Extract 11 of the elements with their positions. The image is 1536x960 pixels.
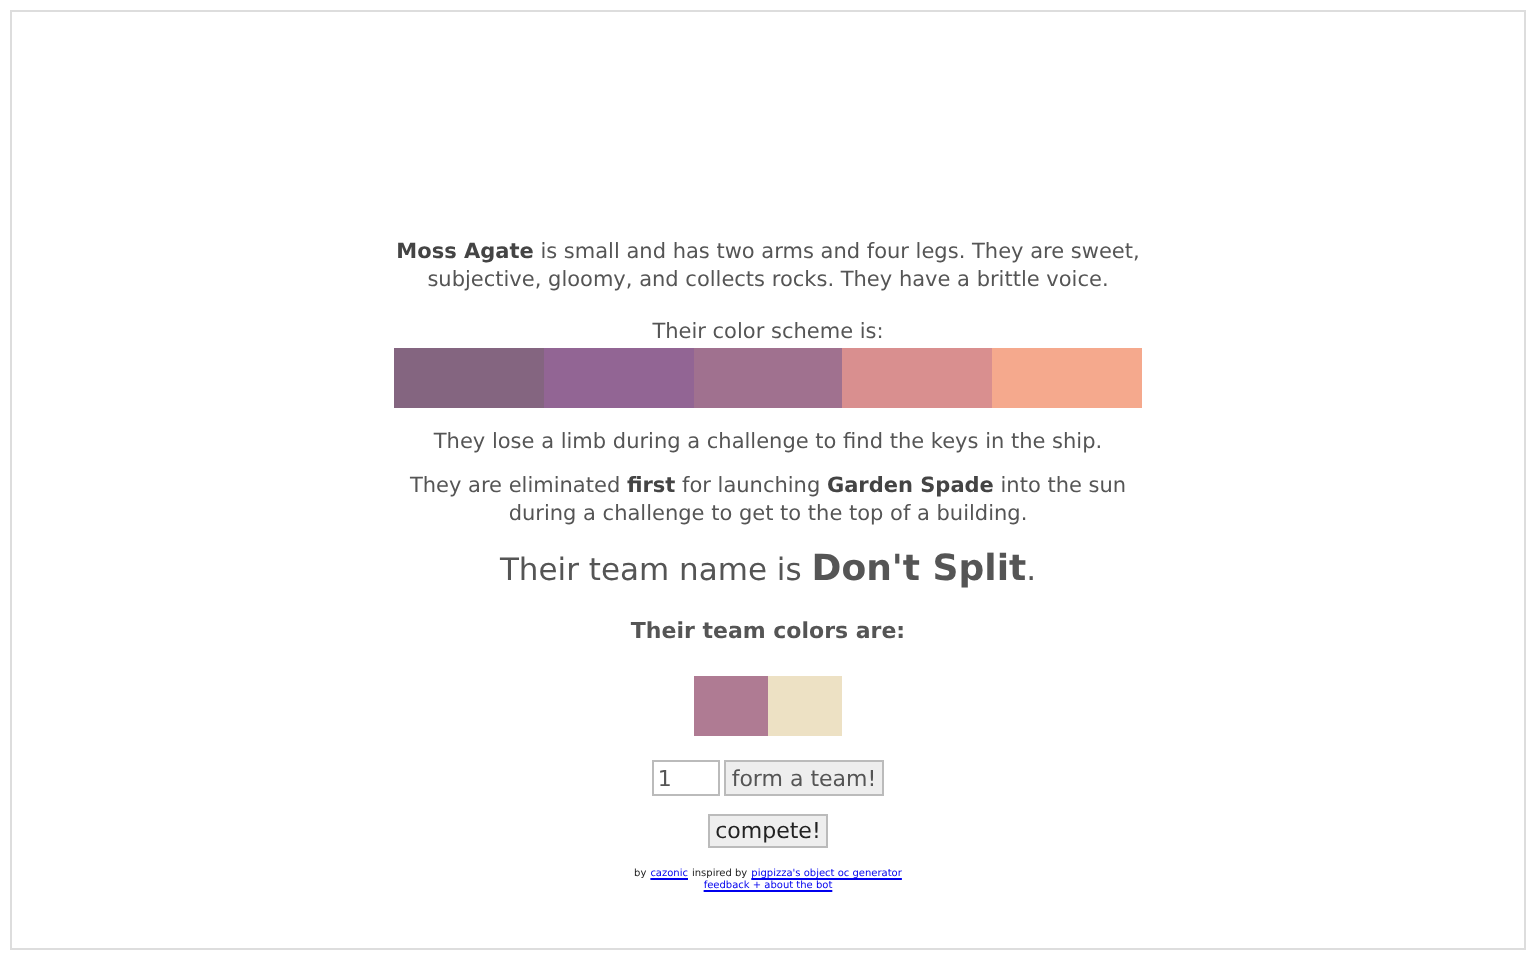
compete-button[interactable]: compete! (707, 814, 829, 848)
period: . (1026, 552, 1037, 588)
team-name: Don't Split (811, 548, 1027, 590)
character-description: Moss Agate is small and has two arms and four legs. They are sweet, subjective, gloomy, and collects rocks. They have a brittle voice. (394, 238, 1142, 294)
team-colors-label: Their team colors are: (630, 618, 906, 644)
team-intro: Their team name is (499, 552, 802, 588)
form-team-button[interactable]: form a team! (723, 760, 885, 796)
scheme-label: Their color scheme is: (652, 318, 884, 346)
event-text: They are eliminated first for launching Garden Spade into the sun during a challenge to get to the top of a building. (407, 472, 1129, 528)
team-size-field[interactable]: 1 (651, 760, 720, 796)
event-text: They lose a limb during a challenge to find the keys in the ship. (433, 428, 1103, 456)
